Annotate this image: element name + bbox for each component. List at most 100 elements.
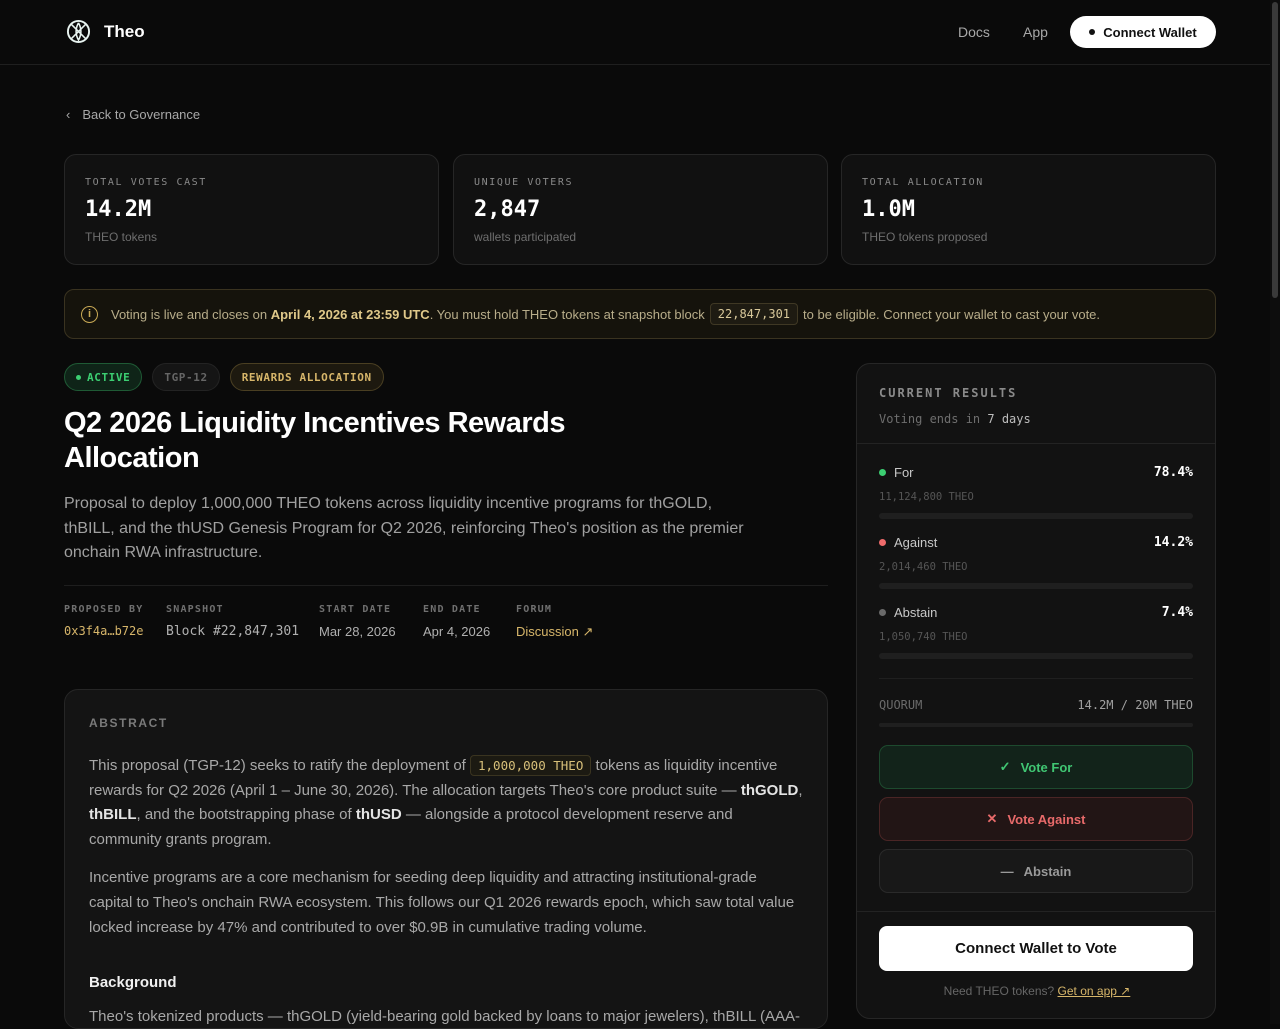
abstain-button[interactable]: — Abstain xyxy=(879,849,1193,893)
quorum-value: 14.2M / 20M THEO xyxy=(1077,698,1193,712)
voting-ends: Voting ends in 7 days xyxy=(879,412,1193,426)
need-text: Need THEO tokens? xyxy=(943,984,1055,998)
vote-for-button[interactable]: ✓ Vote For xyxy=(879,745,1193,789)
option-name: For xyxy=(894,465,914,480)
abstain-dot-icon xyxy=(879,609,886,616)
check-icon: ✓ xyxy=(999,759,1011,774)
text: This proposal (TGP-12) seeks to ratify t… xyxy=(89,757,470,774)
alert-text: Voting is live and closes on xyxy=(111,306,271,322)
meta-label: PROPOSED BY xyxy=(64,604,144,615)
stat-sub: THEO tokens xyxy=(85,230,158,244)
ends-prefix: Voting ends in xyxy=(879,412,988,426)
proposer-address-link[interactable]: 0x3f4a…b72e xyxy=(64,624,143,638)
text: , xyxy=(798,781,803,799)
meta-label: FORUM xyxy=(516,604,553,615)
meta-label: SNAPSHOT xyxy=(166,604,224,615)
forum-discussion-link[interactable]: Discussion ↗ xyxy=(516,624,593,640)
top-nav: Theo Docs App Connect Wallet xyxy=(0,0,1270,65)
brand-name[interactable]: Theo xyxy=(104,22,145,42)
stat-value: 14.2M xyxy=(85,197,152,222)
get-on-app-link[interactable]: Get on app ↗ xyxy=(1058,984,1131,998)
vote-for-label: Vote For xyxy=(1020,759,1073,775)
proposal-id-badge: TGP-12 xyxy=(152,363,220,391)
stat-unique-voters: UNIQUE VOTERS 2,847 wallets participated xyxy=(453,154,828,265)
divider xyxy=(879,678,1193,679)
product-thgold: thGOLD xyxy=(740,781,799,799)
meta-label: START DATE xyxy=(319,604,392,615)
alert-text: to be eligible. Connect your wallet to c… xyxy=(803,306,1101,322)
nav-app[interactable]: App xyxy=(1023,24,1048,40)
chevron-left-icon: ‹ xyxy=(66,107,71,122)
quorum-bar xyxy=(879,723,1193,727)
alert-text: . You must hold THEO tokens at snapshot … xyxy=(429,306,705,322)
quorum: QUORUM 14.2M / 20M THEO xyxy=(879,698,1193,712)
option-percent: 14.2% xyxy=(1153,535,1193,550)
meta-start-date: START DATE Mar 28, 2026 xyxy=(319,604,396,639)
option-percent: 78.4% xyxy=(1153,465,1193,480)
divider xyxy=(857,911,1215,912)
minus-icon: — xyxy=(1000,863,1014,879)
results-title: CURRENT RESULTS xyxy=(879,386,1018,400)
option-amount: 1,050,740 THEO xyxy=(879,631,968,643)
stat-label: TOTAL ALLOCATION xyxy=(862,177,984,188)
meta-label: END DATE xyxy=(423,604,481,615)
stat-label: UNIQUE VOTERS xyxy=(474,177,574,188)
divider xyxy=(64,585,828,586)
product-thusd: thUSD xyxy=(355,806,402,824)
connect-wallet-to-vote-button[interactable]: Connect Wallet to Vote xyxy=(879,926,1193,971)
page-title: Q2 2026 Liquidity Incentives Rewards All… xyxy=(64,407,565,474)
meta-forum: FORUM Discussion ↗ xyxy=(516,604,593,640)
theo-logo-icon[interactable] xyxy=(66,19,91,44)
background-heading: Background xyxy=(89,974,177,992)
progress-bar xyxy=(879,653,1193,659)
connect-wallet-label: Connect Wallet xyxy=(1103,24,1197,40)
scrollbar-thumb[interactable] xyxy=(1272,2,1278,298)
back-label: Back to Governance xyxy=(82,107,201,122)
meta-end-date: END DATE Apr 4, 2026 xyxy=(423,604,490,639)
proposal-description: Proposal to deploy 1,000,000 THEO tokens… xyxy=(64,495,744,561)
abstract-paragraph: Incentive programs are a core mechanism … xyxy=(89,869,795,936)
abstract-card: ABSTRACT This proposal (TGP-12) seeks to… xyxy=(64,689,828,1029)
back-to-governance-link[interactable]: ‹ Back to Governance xyxy=(66,107,200,122)
nav-docs[interactable]: Docs xyxy=(958,24,990,40)
snapshot-block-code: 22,847,301 xyxy=(709,303,799,325)
quorum-label: QUORUM xyxy=(879,698,923,712)
vote-against-label: Vote Against xyxy=(1007,811,1086,827)
meta-value: Mar 28, 2026 xyxy=(319,624,396,639)
alert-deadline: April 4, 2026 at 23:59 UTC xyxy=(270,306,430,322)
status-badge: ACTIVE xyxy=(64,363,143,391)
for-dot-icon xyxy=(879,469,886,476)
category-badge: REWARDS ALLOCATION xyxy=(229,363,384,391)
stat-total-votes: TOTAL VOTES CAST 14.2M THEO tokens xyxy=(64,154,439,265)
result-against: Against 14.2% 2,014,460 THEO xyxy=(879,535,1193,589)
dot-icon xyxy=(1089,29,1096,35)
result-for: For 78.4% 11,124,800 THEO xyxy=(879,465,1193,519)
text: , and the bootstrapping phase of xyxy=(136,806,356,824)
amount-code: 1,000,000 THEO xyxy=(470,755,592,776)
voting-alert: i Voting is live and closes on April 4, … xyxy=(64,289,1216,339)
abstain-label: Abstain xyxy=(1023,863,1072,879)
connect-wallet-button[interactable]: Connect Wallet xyxy=(1070,16,1216,48)
stat-sub: THEO tokens proposed xyxy=(862,230,988,244)
results-header: CURRENT RESULTS Voting ends in 7 days xyxy=(857,364,1215,444)
scrollbar[interactable] xyxy=(1270,0,1280,1024)
result-abstain: Abstain 7.4% 1,050,740 THEO xyxy=(879,605,1193,659)
stat-value: 2,847 xyxy=(474,197,541,222)
need-tokens: Need THEO tokens? Get on app ↗ xyxy=(857,984,1215,998)
status-label: ACTIVE xyxy=(87,370,131,384)
against-dot-icon xyxy=(879,539,886,546)
progress-bar xyxy=(879,583,1193,589)
progress-bar xyxy=(879,513,1193,519)
info-icon: i xyxy=(81,305,98,323)
ends-value: 7 days xyxy=(987,412,1031,426)
option-percent: 7.4% xyxy=(1161,605,1193,620)
option-amount: 11,124,800 THEO xyxy=(879,491,974,503)
stat-sub: wallets participated xyxy=(474,230,577,244)
option-amount: 2,014,460 THEO xyxy=(879,561,968,573)
product-thbill: thBILL xyxy=(89,806,137,824)
option-name: Against xyxy=(894,535,938,550)
proposal-badges: ACTIVE TGP-12 REWARDS ALLOCATION xyxy=(64,363,384,391)
option-name: Abstain xyxy=(894,605,938,620)
vote-against-button[interactable]: ✕ Vote Against xyxy=(879,797,1193,841)
results-panel: CURRENT RESULTS Voting ends in 7 days Fo… xyxy=(856,363,1216,1019)
